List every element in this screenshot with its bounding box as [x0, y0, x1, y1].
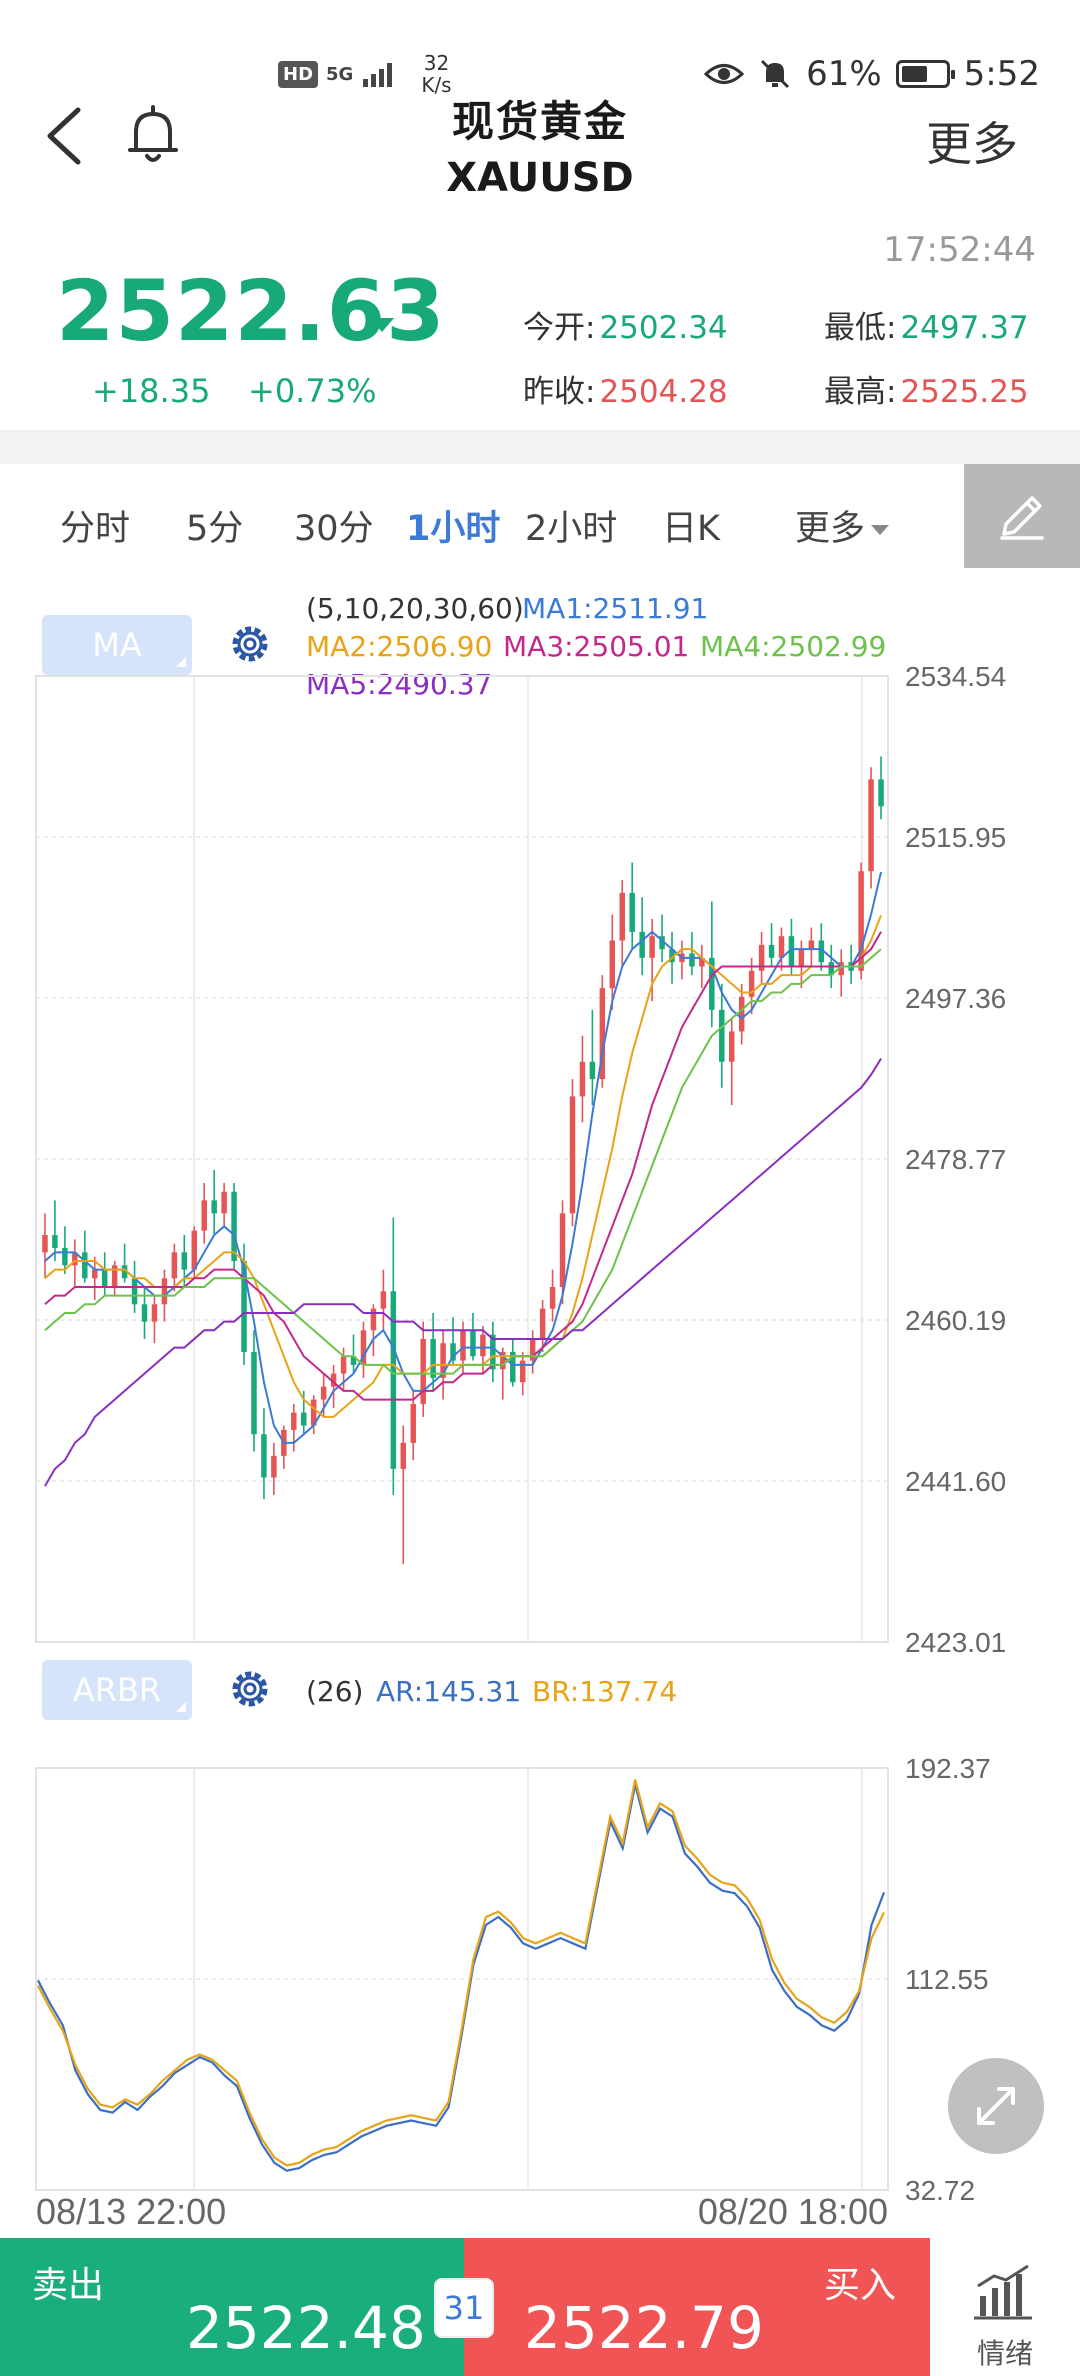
candle	[629, 892, 635, 932]
candle	[400, 1442, 407, 1469]
candle	[221, 1191, 227, 1214]
candle	[728, 1031, 735, 1062]
sell-price: 2522.48	[186, 2294, 426, 2362]
candle	[798, 949, 805, 967]
candle	[738, 996, 745, 1032]
y-tick-label: 112.55	[905, 1964, 989, 1995]
candle	[271, 1455, 277, 1478]
candle	[778, 936, 785, 958]
candle	[301, 1412, 307, 1426]
expand-icon	[977, 2087, 1015, 2125]
bar-chart-icon	[974, 2264, 1032, 2320]
candle	[589, 1061, 596, 1080]
candle	[768, 944, 775, 958]
candle	[141, 1304, 148, 1322]
candle	[370, 1308, 377, 1331]
candle	[470, 1330, 476, 1357]
candle	[101, 1269, 108, 1287]
kline-chart[interactable]: 2534.54 2515.95 2497.36 2478.77 2460.19 2441.…	[0, 0, 1080, 2238]
candle	[52, 1235, 58, 1248]
candle	[42, 1235, 48, 1253]
sentiment-button[interactable]: 情绪	[930, 2238, 1080, 2376]
candle	[340, 1356, 347, 1374]
candle	[609, 940, 616, 989]
candle	[808, 940, 815, 950]
candle	[539, 1308, 546, 1339]
candle	[390, 1291, 397, 1469]
y-tick-label: 2423.01	[905, 1627, 1006, 1658]
candle	[111, 1265, 118, 1287]
candle	[131, 1278, 138, 1305]
candle	[689, 953, 695, 967]
trade-bar: 卖出 2522.48 买入 2522.79 31 情绪	[0, 2238, 1080, 2376]
candle	[430, 1338, 436, 1378]
candle	[161, 1278, 168, 1305]
candle	[559, 1213, 566, 1287]
y-tick-label: 2515.95	[905, 822, 1006, 853]
candle	[251, 1351, 257, 1435]
y-tick-label: 2460.19	[905, 1305, 1006, 1336]
ma5-line	[44, 1058, 882, 1487]
candle	[878, 779, 884, 807]
buy-label: 买入	[823, 2265, 896, 2306]
candle	[549, 1286, 556, 1309]
candle	[619, 892, 625, 941]
candle	[231, 1191, 237, 1261]
ar-line	[37, 1784, 886, 2172]
y-tick-label: 2497.36	[905, 983, 1006, 1014]
candle	[201, 1200, 207, 1231]
ma4-line	[44, 948, 882, 1375]
candle	[480, 1334, 486, 1357]
buy-button[interactable]: 买入 2522.79	[464, 2238, 930, 2376]
y-tick-label: 2534.54	[905, 661, 1006, 692]
x-tick-label-end: 08/20 18:00	[698, 2191, 888, 2232]
candle	[868, 779, 874, 872]
candle	[579, 1061, 586, 1097]
candle	[181, 1252, 188, 1270]
candle	[639, 931, 645, 958]
sentiment-label: 情绪	[976, 2337, 1033, 2370]
candle	[171, 1252, 178, 1279]
spread-badge: 31	[436, 2280, 492, 2336]
x-tick-label-start: 08/13 22:00	[36, 2191, 226, 2232]
y-tick-label: 2478.77	[905, 1144, 1006, 1175]
candle	[519, 1360, 526, 1383]
sell-label: 卖出	[32, 2265, 105, 2306]
sell-button[interactable]: 卖出 2522.48	[0, 2238, 464, 2376]
buy-price: 2522.79	[524, 2294, 764, 2362]
candle	[191, 1230, 198, 1270]
candle	[92, 1269, 98, 1279]
candle	[151, 1304, 158, 1322]
candle	[410, 1403, 416, 1443]
candle	[261, 1434, 267, 1478]
candle	[62, 1247, 68, 1266]
candle	[460, 1330, 466, 1361]
candle	[380, 1291, 387, 1309]
y-tick-label: 32.72	[905, 2175, 975, 2206]
candle	[529, 1338, 536, 1361]
fullscreen-button[interactable]	[948, 2058, 1044, 2154]
candle	[719, 1009, 725, 1062]
candle	[649, 936, 655, 958]
candle	[211, 1200, 217, 1214]
y-tick-label: 192.37	[905, 1753, 991, 1784]
br-line	[37, 1779, 885, 2167]
y-tick-label: 2441.60	[905, 1466, 1006, 1497]
candle	[82, 1252, 88, 1279]
candle	[320, 1386, 327, 1400]
candle	[291, 1412, 297, 1430]
candle	[569, 1096, 576, 1214]
